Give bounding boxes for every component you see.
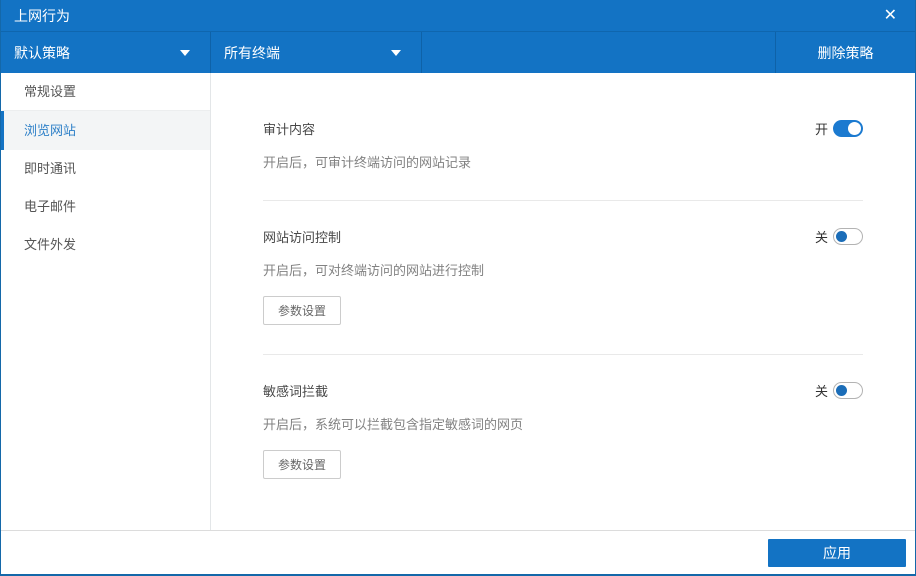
toggle-state-label: 关: [814, 230, 828, 245]
sidebar-item-general-settings[interactable]: 常规设置: [1, 73, 210, 111]
terminal-dropdown[interactable]: 所有终端: [211, 32, 422, 73]
setting-head: 审计内容 开: [263, 119, 863, 138]
policy-dropdown[interactable]: 默认策略: [1, 32, 211, 73]
chevron-down-icon: [391, 49, 401, 56]
setting-website-access-control: 网站访问控制 关 开启后，可对终端访问的网站进行控制 参数设置: [263, 201, 863, 355]
setting-audit-content: 审计内容 开 开启后，可审计终端访问的网站记录: [263, 73, 863, 201]
setting-head: 敏感词拦截 关: [263, 381, 863, 400]
setting-sensitive-word-blocking: 敏感词拦截 关 开启后，系统可以拦截包含指定敏感词的网页 参数设置: [263, 355, 863, 508]
delete-policy-label: 删除策略: [817, 44, 874, 61]
setting-description: 开启后，系统可以拦截包含指定敏感词的网页: [263, 417, 524, 432]
chevron-down-icon: [180, 49, 190, 56]
sidebar-item-browse-websites[interactable]: 浏览网站: [1, 111, 210, 150]
sidebar: 常规设置 浏览网站 即时通讯 电子邮件 文件外发: [1, 73, 211, 530]
setting-description: 开启后，可审计终端访问的网站记录: [263, 155, 472, 170]
sidebar-item-label: 文件外发: [24, 237, 77, 252]
toggle-knob: [836, 231, 847, 242]
toolbar: 默认策略 所有终端 删除策略: [1, 32, 915, 73]
close-icon[interactable]: ✕: [884, 7, 897, 24]
toggle-knob: [848, 122, 861, 135]
sensitive-word-blocking-toggle[interactable]: [833, 382, 863, 399]
setting-head: 网站访问控制 关: [263, 227, 863, 246]
setting-title: 敏感词拦截: [263, 384, 329, 399]
parameter-settings-button[interactable]: 参数设置: [263, 450, 342, 479]
toggle-group: 关: [815, 381, 863, 400]
internet-behavior-dialog: 上网行为 ✕ 默认策略 所有终端 删除策略 常规设置 浏览网站 即时通讯 电子邮…: [0, 0, 916, 576]
parameter-settings-button[interactable]: 参数设置: [263, 296, 342, 325]
toggle-knob: [836, 385, 847, 396]
titlebar: 上网行为 ✕: [1, 0, 915, 32]
toggle-state-label: 开: [814, 122, 828, 137]
dialog-body: 常规设置 浏览网站 即时通讯 电子邮件 文件外发 审计内容 开 开启后，可审计终…: [1, 73, 915, 530]
policy-dropdown-value: 默认策略: [14, 44, 70, 61]
toggle-group: 开: [815, 119, 863, 138]
sidebar-item-email[interactable]: 电子邮件: [1, 188, 210, 226]
sidebar-item-file-outgoing[interactable]: 文件外发: [1, 226, 210, 264]
toggle-group: 关: [815, 227, 863, 246]
toggle-state-label: 关: [814, 384, 828, 399]
setting-title: 网站访问控制: [263, 230, 342, 245]
setting-description: 开启后，可对终端访问的网站进行控制: [263, 263, 485, 278]
apply-button[interactable]: 应用: [768, 538, 906, 567]
terminal-dropdown-value: 所有终端: [224, 44, 280, 61]
delete-policy-button[interactable]: 删除策略: [775, 32, 915, 73]
dialog-title: 上网行为: [14, 7, 70, 24]
audit-content-toggle[interactable]: [833, 120, 863, 137]
sidebar-item-instant-messaging[interactable]: 即时通讯: [1, 150, 210, 188]
sidebar-item-label: 即时通讯: [24, 161, 77, 176]
dialog-footer: 应用: [1, 530, 915, 574]
sidebar-item-label: 常规设置: [24, 84, 77, 99]
sidebar-item-label: 电子邮件: [24, 199, 77, 214]
settings-panel: 审计内容 开 开启后，可审计终端访问的网站记录 网站访问控制 关 开启后，可对终…: [211, 73, 915, 530]
website-access-control-toggle[interactable]: [833, 228, 863, 245]
sidebar-item-label: 浏览网站: [24, 123, 77, 138]
setting-title: 审计内容: [263, 122, 316, 137]
